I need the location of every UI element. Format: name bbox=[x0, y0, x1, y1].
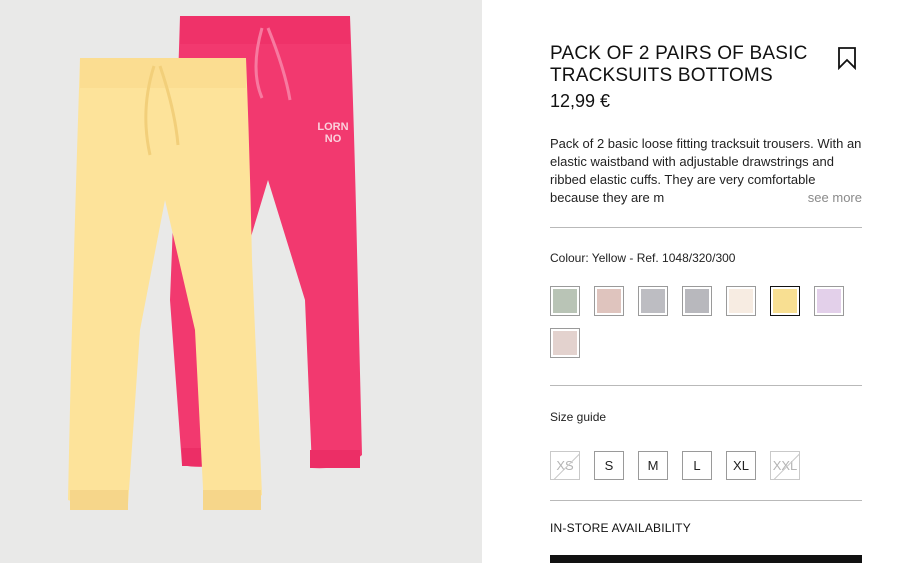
product-details: PACK OF 2 PAIRS OF BASIC TRACKSUITS BOTT… bbox=[550, 0, 862, 563]
svg-text:NO: NO bbox=[325, 133, 342, 145]
size-xxl[interactable]: XXL bbox=[770, 451, 800, 480]
size-m[interactable]: M bbox=[638, 451, 668, 480]
swatch-yellow[interactable] bbox=[770, 286, 800, 316]
divider bbox=[550, 227, 862, 228]
swatch-rose[interactable] bbox=[594, 286, 624, 316]
size-l[interactable]: L bbox=[682, 451, 712, 480]
product-title: PACK OF 2 PAIRS OF BASIC TRACKSUITS BOTT… bbox=[550, 43, 808, 86]
colour-label: Colour: Yellow - Ref. 1048/320/300 bbox=[550, 251, 736, 265]
swatch-lilac[interactable] bbox=[814, 286, 844, 316]
add-to-bag-button[interactable] bbox=[550, 555, 862, 563]
bookmark-icon[interactable] bbox=[837, 46, 857, 71]
size-guide-link[interactable]: Size guide bbox=[550, 410, 606, 424]
size-s[interactable]: S bbox=[594, 451, 624, 480]
size-xs[interactable]: XS bbox=[550, 451, 580, 480]
swatch-green[interactable] bbox=[550, 286, 580, 316]
size-selector: XS S M L XL XXL bbox=[550, 451, 862, 481]
yellow-trousers bbox=[68, 58, 262, 510]
see-more-link[interactable]: see more bbox=[803, 190, 862, 205]
divider bbox=[550, 500, 862, 501]
in-store-availability-link[interactable]: IN-STORE AVAILABILITY bbox=[550, 521, 691, 535]
product-price: 12,99 € bbox=[550, 91, 611, 111]
divider bbox=[550, 385, 862, 386]
swatch-cream[interactable] bbox=[726, 286, 756, 316]
pink-trousers-logo: LORN bbox=[317, 121, 348, 133]
size-xl[interactable]: XL bbox=[726, 451, 756, 480]
product-photo: LORN NO bbox=[68, 16, 362, 510]
product-image: LORN NO bbox=[0, 0, 482, 563]
swatch-grey[interactable] bbox=[638, 286, 668, 316]
swatch-grey-2[interactable] bbox=[682, 286, 712, 316]
swatch-blush[interactable] bbox=[550, 328, 580, 358]
